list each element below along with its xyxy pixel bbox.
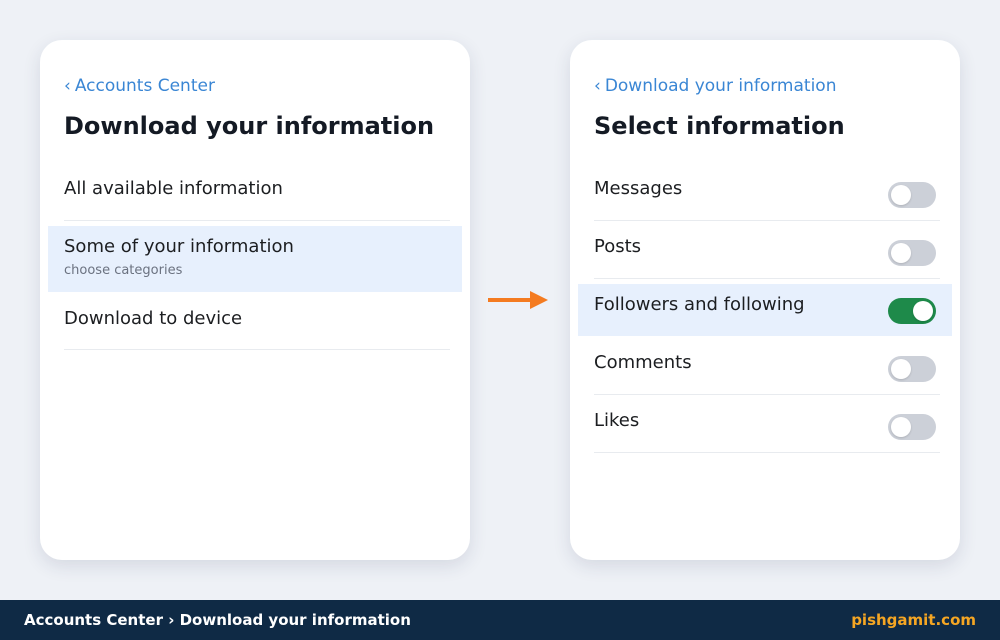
toggle-messages[interactable] [888,182,936,208]
option-download-to-device[interactable]: Download to device [48,298,462,348]
option-all-available-information[interactable]: All available information [48,174,462,220]
divider [594,278,940,279]
divider [594,452,940,453]
select-information-panel: ‹ Download your information Select inform… [570,40,960,560]
arrow-right-icon [488,291,548,309]
item-label: Posts [594,236,642,257]
page-title: Select information [594,112,845,140]
divider [64,349,450,350]
option-label: Some of your information [64,236,294,257]
chevron-left-icon: ‹ [594,76,601,96]
option-sublabel: choose categories [64,263,183,278]
divider [594,394,940,395]
back-link-label: Accounts Center [74,76,215,96]
toggle-knob [891,243,911,263]
option-some-of-your-information[interactable]: Some of your information choose categori… [48,226,462,292]
brand-label: pishgamit.com [851,611,976,629]
item-label: Followers and following [594,294,805,315]
back-link-accounts-center[interactable]: ‹ Accounts Center [64,76,215,96]
item-label: Likes [594,410,640,431]
divider [594,220,940,221]
toggle-posts[interactable] [888,240,936,266]
option-label: All available information [64,178,283,199]
breadcrumb: Accounts Center › Download your informat… [24,611,411,629]
toggle-knob [891,185,911,205]
toggle-knob [891,417,911,437]
divider [64,220,450,221]
toggle-comments[interactable] [888,356,936,382]
footer-bar: Accounts Center › Download your informat… [0,600,1000,640]
toggle-followers-and-following[interactable] [888,298,936,324]
item-label: Comments [594,352,692,373]
page-title: Download your information [64,112,435,140]
toggle-knob [891,359,911,379]
download-info-panel: ‹ Accounts Center Download your informati… [40,40,470,560]
item-label: Messages [594,178,683,199]
back-link-label: Download your information [604,76,837,96]
toggle-knob [913,301,933,321]
chevron-left-icon: ‹ [64,76,71,96]
option-label: Download to device [64,308,243,329]
toggle-likes[interactable] [888,414,936,440]
back-link-download-information[interactable]: ‹ Download your information [594,76,836,96]
